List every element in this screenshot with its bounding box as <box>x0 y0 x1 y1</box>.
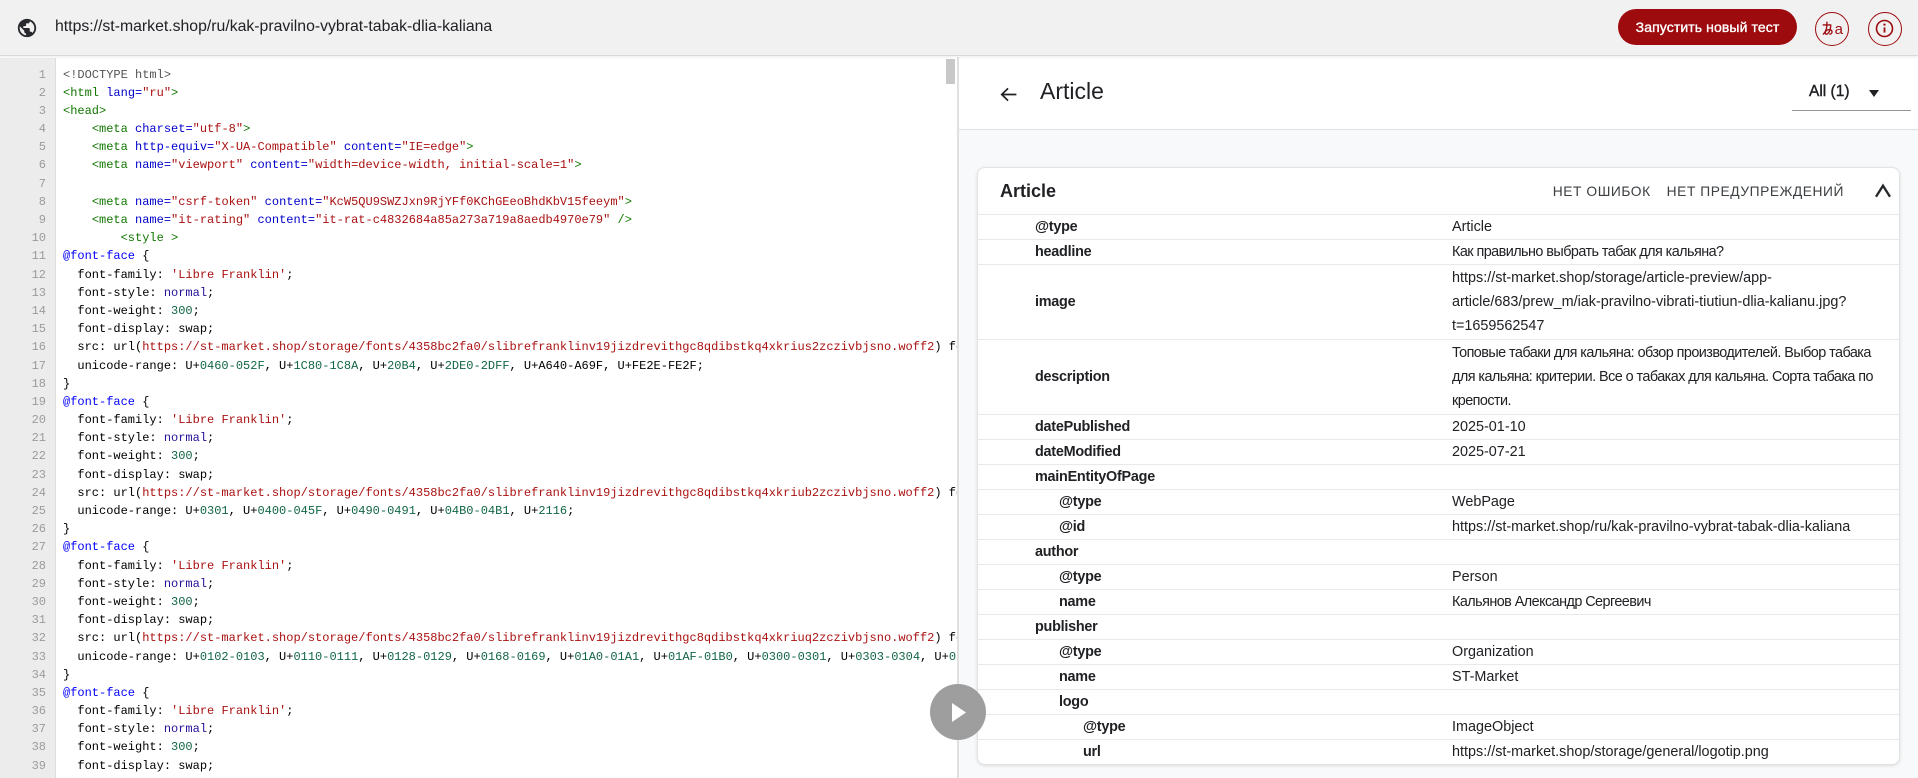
svg-text:a: a <box>1835 21 1844 38</box>
